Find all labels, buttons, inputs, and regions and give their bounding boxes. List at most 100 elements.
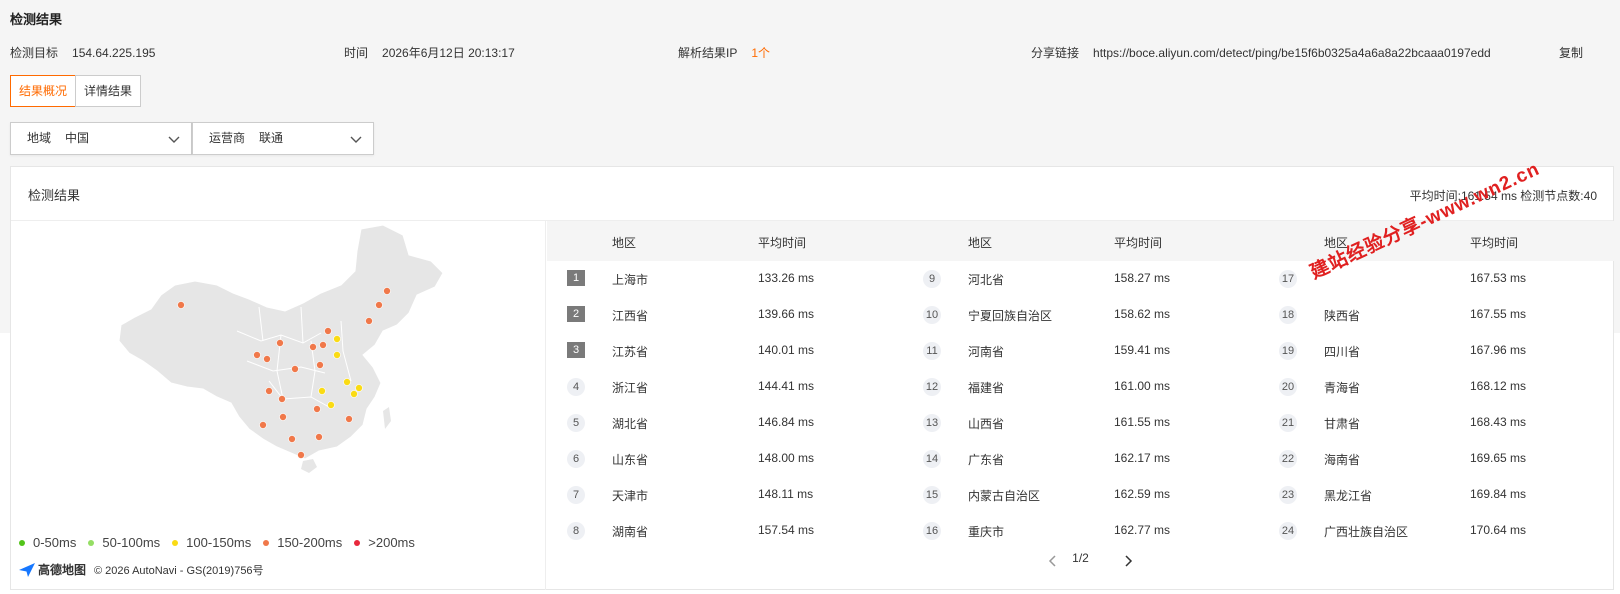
node-dot [327, 401, 335, 409]
node-dot [316, 361, 324, 369]
resolved-ip-label: 解析结果IP [678, 46, 738, 60]
row-avg-time: 144.41 ms [758, 379, 815, 393]
rank-badge: 4 [567, 378, 585, 396]
legend-dot-2 [172, 539, 179, 546]
rank-badge: 19 [1279, 342, 1297, 360]
row-region: 上海市 [612, 273, 649, 287]
tab-overview[interactable]: 结果概况 [10, 75, 77, 107]
row-avg-time: 167.55 ms [1470, 307, 1527, 321]
row-avg-time: 167.53 ms [1470, 271, 1527, 285]
legend-dot-0 [19, 539, 25, 546]
row-region: 江苏省 [612, 345, 649, 359]
row-region: 陕西省 [1324, 309, 1361, 323]
row-avg-time: 169.84 ms [1470, 487, 1527, 501]
node-dot [315, 433, 323, 441]
legend-item: >200ms [354, 535, 415, 550]
amap-logo-icon [19, 562, 35, 577]
header-region: 地区 [968, 236, 993, 250]
row-region: 宁夏回族自治区 [968, 309, 1053, 323]
map-area[interactable]: 0-50ms 50-100ms 100-150ms 150-200ms >200… [11, 221, 546, 590]
row-region: 重庆市 [968, 525, 1005, 539]
region-select[interactable]: 地域 中国 [10, 122, 192, 155]
chevron-down-icon [168, 136, 180, 143]
rank-badge: 9 [923, 270, 941, 288]
row-avg-time: 159.41 ms [1114, 343, 1171, 357]
node-dot [313, 405, 321, 413]
node-dot [309, 343, 317, 351]
taiwan-island [383, 407, 391, 429]
copy-button[interactable]: 复制 [1559, 44, 1583, 61]
rank-badge: 2 [567, 306, 585, 322]
node-dot [278, 395, 286, 403]
legend-item: 150-200ms [263, 535, 342, 550]
chevron-down-icon [350, 136, 362, 143]
row-avg-time: 148.11 ms [758, 487, 814, 501]
legend-dot-3 [263, 539, 270, 546]
panel-title: 检测结果 [28, 188, 81, 203]
row-avg-time: 148.00 ms [758, 451, 815, 465]
resolved-ip-count[interactable]: 1个 [751, 46, 770, 60]
row-avg-time: 167.96 ms [1470, 343, 1527, 357]
region-select-label: 地域 [27, 131, 52, 145]
share-link-url[interactable]: https://boce.aliyun.com/detect/ping/be15… [1093, 46, 1491, 60]
row-avg-time: 158.62 ms [1114, 307, 1171, 321]
row-region: 湖南省 [612, 525, 649, 539]
tab-details[interactable]: 详情结果 [75, 75, 142, 107]
row-avg-time: 162.17 ms [1114, 451, 1171, 465]
row-region: 广西壮族自治区 [1324, 525, 1409, 539]
chevron-right-icon[interactable] [1121, 554, 1135, 568]
row-region: 海南省 [1324, 453, 1361, 467]
detect-target-value: 154.64.225.195 [72, 46, 156, 60]
table-header: 地区 平均时间 地区 平均时间 地区 平均时间 [547, 221, 1614, 261]
row-avg-time: 133.26 ms [758, 271, 815, 285]
isp-select[interactable]: 运营商 联通 [192, 122, 374, 155]
node-dot [263, 355, 271, 363]
row-region: 四川省 [1324, 345, 1361, 359]
node-dot [383, 287, 391, 295]
node-dot [276, 339, 284, 347]
isp-select-value: 联通 [259, 131, 284, 145]
header-region: 地区 [612, 236, 637, 250]
rank-badge: 5 [567, 414, 585, 432]
row-region: 福建省 [968, 381, 1005, 395]
row-region: 河南省 [968, 345, 1005, 359]
row-avg-time: 170.64 ms [1470, 523, 1527, 537]
rank-badge: 1 [567, 270, 585, 286]
node-dot [365, 317, 373, 325]
rank-badge: 3 [567, 342, 585, 358]
legend-label: 0-50ms [33, 535, 77, 550]
latency-legend: 0-50ms 50-100ms 100-150ms 150-200ms >200… [19, 535, 427, 550]
row-region: 广东省 [968, 453, 1005, 467]
row-region: 甘肃省 [1324, 417, 1361, 431]
node-dot [259, 421, 267, 429]
legend-item: 100-150ms [172, 535, 251, 550]
result-tabs: 结果概况 详情结果 [10, 75, 142, 107]
legend-item: 50-100ms [88, 535, 160, 550]
node-dot [345, 415, 353, 423]
row-avg-time: 169.65 ms [1470, 451, 1527, 465]
node-dot [318, 387, 326, 395]
row-avg-time: 140.01 ms [758, 343, 815, 357]
rank-badge: 14 [923, 450, 941, 468]
resolved-ip: 解析结果IP 1个 [678, 44, 770, 61]
legend-item: 0-50ms [19, 535, 76, 550]
node-dot [291, 365, 299, 373]
legend-label: >200ms [368, 535, 415, 550]
rank-badge: 18 [1279, 306, 1297, 324]
node-dot [297, 451, 305, 459]
rank-badge: 22 [1279, 450, 1297, 468]
row-region: 湖北省 [612, 417, 649, 431]
china-map[interactable] [11, 221, 546, 521]
row-avg-time: 168.43 ms [1470, 415, 1527, 429]
rank-badge: 11 [923, 342, 941, 360]
rank-badge: 8 [567, 522, 585, 540]
share-link-label: 分享链接 [1031, 46, 1080, 60]
rank-badge: 10 [923, 306, 941, 324]
legend-label: 150-200ms [277, 535, 343, 550]
node-dot [279, 413, 287, 421]
node-dot [177, 301, 185, 309]
page-title: 检测结果 [10, 12, 63, 27]
detect-time-label: 时间 [344, 46, 369, 60]
legend-label: 100-150ms [186, 535, 252, 550]
node-dot [324, 327, 332, 335]
